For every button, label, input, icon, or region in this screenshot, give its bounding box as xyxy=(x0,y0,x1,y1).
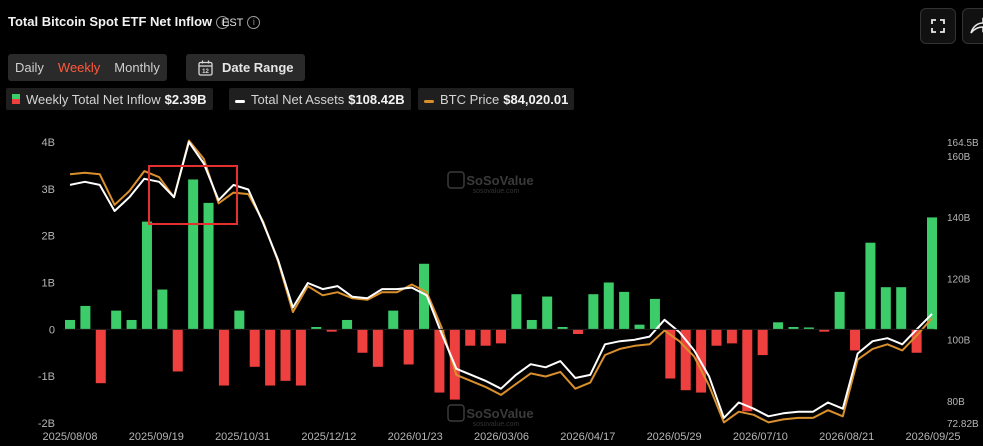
inflow-bar[interactable] xyxy=(726,329,737,344)
watermark-logo-icon xyxy=(447,404,465,422)
inflow-bar[interactable] xyxy=(357,329,368,353)
inflow-bar[interactable] xyxy=(896,287,907,330)
left-axis-tick: -1B xyxy=(38,371,55,383)
inflow-bar[interactable] xyxy=(249,329,260,367)
left-axis-tick: 2B xyxy=(42,231,55,243)
right-axis-tick: 160B xyxy=(947,152,971,163)
inflow-chart[interactable]: SoSoValuesosovalue.comSoSoValuesosovalue… xyxy=(0,0,983,446)
inflow-bar[interactable] xyxy=(388,310,399,330)
x-axis-tick: 2025/12/12 xyxy=(301,431,356,443)
inflow-bar[interactable] xyxy=(850,329,861,351)
inflow-bars xyxy=(65,179,937,412)
inflow-bar[interactable] xyxy=(295,329,306,386)
right-axis-tick: 140B xyxy=(947,213,971,224)
x-axis-tick: 2025/10/31 xyxy=(215,431,270,443)
inflow-bar[interactable] xyxy=(372,329,383,367)
x-axis-tick: 2026/05/29 xyxy=(647,431,702,443)
right-axis-tick: 80B xyxy=(947,397,965,408)
inflow-bar[interactable] xyxy=(188,179,199,330)
x-axis-tick: 2026/07/10 xyxy=(733,431,788,443)
inflow-bar[interactable] xyxy=(834,291,845,330)
inflow-bar[interactable] xyxy=(172,329,183,372)
left-axis-tick: 4B xyxy=(42,137,55,149)
x-axis-tick: 2026/08/21 xyxy=(819,431,874,443)
inflow-bar[interactable] xyxy=(572,329,583,335)
inflow-bar[interactable] xyxy=(588,294,599,330)
inflow-bar[interactable] xyxy=(711,329,722,346)
watermark-subtext: sosovalue.com xyxy=(473,188,520,195)
left-axis-tick: 1B xyxy=(42,278,55,290)
inflow-bar[interactable] xyxy=(603,282,614,330)
left-axis-tick: -2B xyxy=(38,418,55,430)
inflow-bar[interactable] xyxy=(80,305,91,330)
inflow-bar[interactable] xyxy=(880,287,891,330)
x-axis-tick: 2026/03/06 xyxy=(474,431,529,443)
watermark-text: SoSoValue xyxy=(466,406,533,421)
inflow-bar[interactable] xyxy=(480,329,491,346)
right-axis-tick: 120B xyxy=(947,274,971,285)
x-axis-tick: 2026/04/17 xyxy=(560,431,615,443)
inflow-bar[interactable] xyxy=(265,329,276,386)
inflow-bar[interactable] xyxy=(280,329,291,381)
watermark-subtext: sosovalue.com xyxy=(473,421,520,428)
inflow-bar[interactable] xyxy=(619,291,630,330)
x-axis-tick: 2026/09/25 xyxy=(905,431,960,443)
inflow-bar[interactable] xyxy=(927,217,937,330)
x-axis-tick: 2026/01/23 xyxy=(388,431,443,443)
inflow-bar[interactable] xyxy=(865,242,876,330)
inflow-bar[interactable] xyxy=(218,329,229,386)
inflow-bar[interactable] xyxy=(126,319,137,330)
inflow-bar[interactable] xyxy=(526,319,537,330)
watermark-logo-icon xyxy=(447,171,465,189)
inflow-bar[interactable] xyxy=(95,329,106,384)
inflow-bar[interactable] xyxy=(511,294,522,330)
right-axis-tick: 100B xyxy=(947,336,971,347)
inflow-bar[interactable] xyxy=(65,319,75,330)
inflow-bar[interactable] xyxy=(649,298,660,330)
right-axis-tick: 164.5B xyxy=(947,138,979,149)
inflow-bar[interactable] xyxy=(496,329,506,344)
x-axis-tick: 2025/08/08 xyxy=(42,431,97,443)
inflow-bar[interactable] xyxy=(141,221,152,330)
inflow-bar[interactable] xyxy=(234,310,245,330)
inflow-bar[interactable] xyxy=(542,296,553,330)
inflow-bar[interactable] xyxy=(403,329,414,365)
right-axis-tick: 72.82B xyxy=(947,419,979,430)
inflow-bar[interactable] xyxy=(111,310,122,330)
inflow-bar[interactable] xyxy=(634,324,645,330)
watermark-text: SoSoValue xyxy=(466,173,533,188)
inflow-bar[interactable] xyxy=(742,329,753,412)
left-axis-tick: 0 xyxy=(49,324,55,336)
inflow-bar[interactable] xyxy=(203,202,214,330)
inflow-bar[interactable] xyxy=(773,322,784,330)
inflow-bar[interactable] xyxy=(157,289,168,330)
inflow-bar[interactable] xyxy=(465,329,476,346)
inflow-bar[interactable] xyxy=(342,319,353,330)
left-axis-tick: 3B xyxy=(42,184,55,196)
x-axis-tick: 2025/09/19 xyxy=(129,431,184,443)
inflow-bar[interactable] xyxy=(757,329,768,356)
